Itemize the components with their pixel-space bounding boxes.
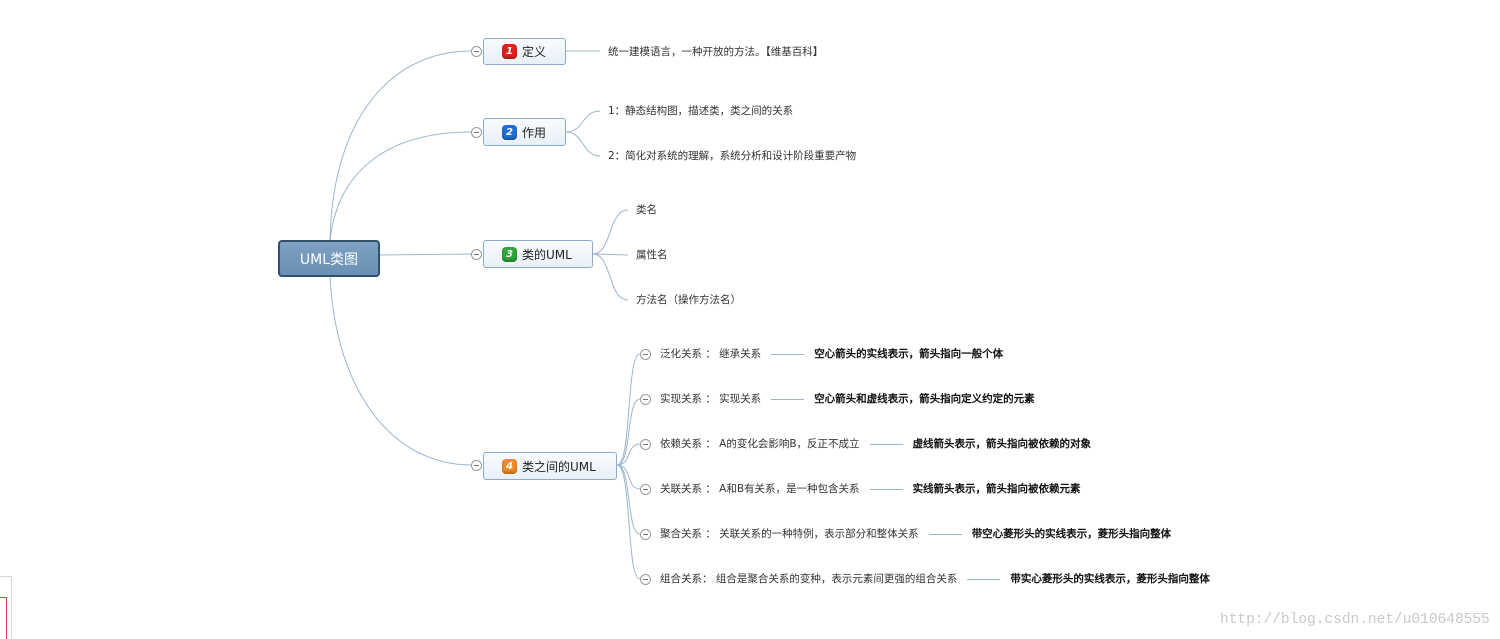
connector-central-to-topic-4 bbox=[329, 275, 472, 466]
relation-label[interactable]: 关联关系 ： A和B有关系，是一种包含关系 bbox=[660, 482, 860, 496]
relation-connector bbox=[771, 398, 805, 400]
topic-label: 作用 bbox=[522, 125, 547, 140]
collapse-minus-icon[interactable] bbox=[640, 439, 651, 450]
collapse-minus-icon[interactable] bbox=[471, 249, 482, 260]
relation-row: 实现关系 ： 实现关系 空心箭头和虚线表示，箭头指向定义约定的元素 bbox=[660, 392, 1035, 406]
topic-label: 类之间的UML bbox=[522, 459, 596, 474]
relation-notation[interactable]: 空心箭头和虚线表示，箭头指向定义约定的元素 bbox=[814, 392, 1035, 406]
connector-topic-3-sub-3 bbox=[592, 253, 629, 301]
collapse-minus-icon[interactable] bbox=[640, 394, 651, 405]
topic-class-uml[interactable]: 3 类的UML bbox=[483, 240, 593, 268]
priority-1-icon: 1 bbox=[502, 44, 517, 59]
relation-connector bbox=[869, 443, 903, 445]
connector-central-to-topic-2 bbox=[329, 131, 472, 242]
relation-row: 关联关系 ： A和B有关系，是一种包含关系 实线箭头表示，箭头指向被依赖元素 bbox=[660, 482, 1081, 496]
relation-notation[interactable]: 带空心菱形头的实线表示，菱形头指向整体 bbox=[972, 527, 1172, 541]
relation-row: 聚合关系 ： 关联关系的一种特例，表示部分和整体关系 带空心菱形头的实线表示，菱… bbox=[660, 527, 1171, 541]
connector-topic-4-rel-4 bbox=[616, 464, 641, 490]
subtopic[interactable]: 方法名（操作方法名） bbox=[636, 293, 741, 307]
relation-connector bbox=[771, 353, 805, 355]
relation-connector bbox=[869, 488, 903, 490]
topic-relations-uml[interactable]: 4 类之间的UML bbox=[483, 452, 617, 480]
connector-topic-3-sub-1 bbox=[592, 209, 629, 255]
connector-topic-2-sub-1 bbox=[565, 110, 601, 133]
collapse-minus-icon[interactable] bbox=[640, 484, 651, 495]
relation-label[interactable]: 泛化关系 ： 继承关系 bbox=[660, 347, 761, 361]
topic-definition[interactable]: 1 定义 bbox=[483, 38, 566, 65]
connector-layer bbox=[329, 50, 641, 580]
collapse-minus-icon[interactable] bbox=[471, 46, 482, 57]
central-topic[interactable]: UML类图 bbox=[278, 240, 380, 277]
priority-2-icon: 2 bbox=[502, 124, 517, 140]
relation-notation[interactable]: 带实心菱形头的实线表示，菱形头指向整体 bbox=[1010, 572, 1210, 586]
watermark: http://blog.csdn.net/u010648555 bbox=[1220, 612, 1490, 628]
relation-notation[interactable]: 虚线箭头表示，箭头指向被依赖的对象 bbox=[913, 437, 1092, 451]
connector-topic-4-rel-6 bbox=[616, 464, 641, 580]
subtopic[interactable]: 2：简化对系统的理解，系统分析和设计阶段重要产物 bbox=[608, 149, 856, 163]
relation-row: 组合关系： 组合是聚合关系的变种，表示元素间更强的组合关系 带实心菱形头的实线表… bbox=[660, 572, 1210, 586]
topic-purpose[interactable]: 2 作用 bbox=[483, 118, 566, 146]
connector-topic-4-rel-1 bbox=[616, 353, 641, 466]
relation-connector bbox=[967, 578, 1001, 580]
collapse-minus-icon[interactable] bbox=[471, 460, 482, 471]
central-topic-label: UML类图 bbox=[299, 251, 359, 268]
subtopic[interactable]: 1：静态结构图，描述类，类之间的关系 bbox=[608, 104, 793, 118]
relation-label[interactable]: 实现关系 ： 实现关系 bbox=[660, 392, 761, 406]
collapse-minus-icon[interactable] bbox=[640, 529, 651, 540]
subtopic[interactable]: 类名 bbox=[636, 203, 657, 217]
topic-label: 类的UML bbox=[522, 247, 572, 262]
collapse-minus-icon[interactable] bbox=[640, 574, 651, 585]
mind-map-canvas: UML类图 1 定义 统一建模语言，一种开放的方法。【维基百科】 2 作用 1：… bbox=[0, 0, 1500, 639]
relation-row: 依赖关系 ： A的变化会影响B，反正不成立 虚线箭头表示，箭头指向被依赖的对象 bbox=[660, 437, 1091, 451]
relation-label[interactable]: 聚合关系 ： 关联关系的一种特例，表示部分和整体关系 bbox=[660, 527, 919, 541]
priority-4-icon: 4 bbox=[502, 458, 517, 474]
topic-label: 定义 bbox=[522, 45, 547, 59]
relation-label[interactable]: 组合关系： 组合是聚合关系的变种，表示元素间更强的组合关系 bbox=[660, 572, 957, 586]
relation-connector bbox=[928, 533, 962, 535]
relation-row: 泛化关系 ： 继承关系 空心箭头的实线表示，箭头指向一般个体 bbox=[660, 347, 1003, 361]
connector-central-to-topic-1 bbox=[329, 50, 472, 242]
connector-topic-2-sub-2 bbox=[565, 131, 601, 157]
relation-notation[interactable]: 空心箭头的实线表示，箭头指向一般个体 bbox=[814, 347, 1003, 361]
subtopic[interactable]: 统一建模语言，一种开放的方法。【维基百科】 bbox=[608, 45, 823, 59]
collapse-minus-icon[interactable] bbox=[471, 127, 482, 138]
connector-central-to-topic-3 bbox=[379, 253, 472, 256]
relation-label[interactable]: 依赖关系 ： A的变化会影响B，反正不成立 bbox=[660, 437, 860, 451]
subtopic[interactable]: 属性名 bbox=[636, 248, 668, 262]
partial-window-red-marker bbox=[0, 597, 7, 639]
priority-3-icon: 3 bbox=[502, 246, 517, 262]
collapse-minus-icon[interactable] bbox=[640, 349, 651, 360]
relation-notation[interactable]: 实线箭头表示，箭头指向被依赖元素 bbox=[913, 482, 1081, 496]
partial-window-edge bbox=[0, 576, 12, 639]
